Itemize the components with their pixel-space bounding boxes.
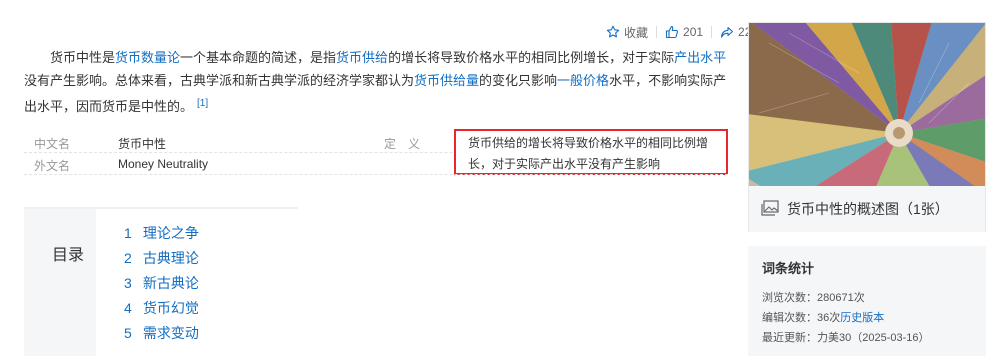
- catalog-item-classical-theory[interactable]: 2 古典理论: [124, 248, 199, 273]
- catalog-list: 1 理论之争 2 古典理论 3 新古典论 4 货币幻觉 5 需求变动: [124, 223, 199, 348]
- stats-updated: 最近更新：力美30（2025-03-16）: [762, 329, 972, 349]
- summary-text: 一个基本命题的简述，是指: [180, 50, 337, 65]
- share-icon: [720, 25, 734, 39]
- stats-title: 词条统计: [762, 261, 815, 276]
- catalog-item-label: 需求变动: [142, 325, 199, 341]
- info-name: 外文名: [34, 159, 71, 173]
- image-gallery-icon: [761, 199, 779, 219]
- stats-user[interactable]: 力美30: [817, 332, 851, 344]
- stats-label: 编辑次数：: [762, 312, 817, 324]
- basic-info-row: 外文名 Money Neutrality: [24, 153, 728, 175]
- catalog: 目录 1 理论之争 2 古典理论 3 新古典论 4 货币幻觉 5 需求变动: [24, 207, 298, 356]
- info-value: Money Neutrality: [118, 157, 209, 171]
- catalog-item-label: 古典理论: [142, 250, 199, 266]
- link-money-supply[interactable]: 货币供给: [336, 50, 388, 65]
- link-general-price[interactable]: 一般价格: [557, 73, 609, 88]
- toolbar-divider: [656, 26, 658, 38]
- album-caption[interactable]: 货币中性的概述图（1张）: [749, 186, 985, 232]
- banknotes-image[interactable]: [749, 23, 985, 186]
- catalog-item-money-illusion[interactable]: 4 货币幻觉: [124, 298, 199, 323]
- catalog-item-demand-change[interactable]: 5 需求变动: [124, 323, 199, 348]
- catalog-item-number: 2: [124, 250, 132, 266]
- catalog-item-number: 5: [124, 325, 132, 341]
- toolbar-divider: [711, 26, 713, 38]
- catalog-item-label: 理论之争: [142, 225, 199, 241]
- album-caption-text: 货币中性的概述图（1张）: [787, 201, 949, 217]
- like-button[interactable]: 201: [665, 25, 703, 39]
- summary-text: 货币中性是: [50, 50, 116, 65]
- history-version-link[interactable]: 历史版本: [840, 312, 884, 324]
- catalog-title: 目录: [52, 247, 85, 264]
- favorite-button[interactable]: 收藏: [606, 24, 648, 41]
- catalog-item-label: 新古典论: [142, 275, 199, 291]
- summary-paragraph: 货币中性是货币数量论一个基本命题的简述，是指货币供给的增长将导致价格水平的相同比…: [24, 46, 730, 118]
- catalog-item-theory-debate[interactable]: 1 理论之争: [124, 223, 199, 248]
- reference-link[interactable]: [1]: [197, 98, 208, 109]
- entry-toolbar: 收藏 201 22: [606, 22, 751, 42]
- stats-value: 280671次: [817, 292, 865, 304]
- summary-text: 的增长将导致价格水平的相同比例增长，对于实际: [388, 50, 675, 65]
- thumbs-up-icon: [665, 25, 679, 39]
- stats-label: 浏览次数：: [762, 292, 817, 304]
- catalog-item-number: 3: [124, 275, 132, 291]
- like-count: 201: [683, 25, 704, 39]
- info-name: 中文名: [34, 137, 71, 151]
- basic-info-table: 中文名 货币中性 定义 货币供给的增长将导致价格水平的相同比例增长，对于实际产出…: [24, 129, 728, 175]
- link-output-level[interactable]: 产出水平: [674, 50, 726, 65]
- lemma-summary: 货币中性是货币数量论一个基本命题的简述，是指货币供给的增长将导致价格水平的相同比…: [24, 46, 730, 118]
- stats-date: （2025-03-16）: [851, 332, 930, 344]
- link-money-supply-amount[interactable]: 货币供给量: [414, 73, 479, 88]
- catalog-item-number: 1: [124, 225, 132, 241]
- share-button[interactable]: 22: [720, 25, 751, 39]
- catalog-item-number: 4: [124, 300, 132, 316]
- stats-label: 最近更新：: [762, 332, 817, 344]
- stats-edits: 编辑次数：36次历史版本: [762, 309, 972, 329]
- catalog-item-neoclassical[interactable]: 3 新古典论: [124, 273, 199, 298]
- star-icon: [606, 25, 620, 39]
- basic-info-row: 中文名 货币中性 定义 货币供给的增长将导致价格水平的相同比例增长，对于实际产出…: [24, 129, 728, 175]
- lemma-statistics: 词条统计 浏览次数：280671次 编辑次数：36次历史版本 最近更新：力美30…: [748, 246, 986, 356]
- stats-views: 浏览次数：280671次: [762, 289, 972, 309]
- summary-album[interactable]: 货币中性的概述图（1张）: [748, 22, 986, 232]
- link-quantity-theory[interactable]: 货币数量论: [115, 50, 180, 65]
- info-name-definition: 定义: [384, 137, 433, 151]
- summary-text: 的变化只影响: [479, 73, 558, 88]
- catalog-title-panel: 目录: [24, 209, 96, 356]
- favorite-label: 收藏: [624, 25, 649, 40]
- summary-text: 没有产生影响。总体来看，古典学派和新古典学派的经济学家都认为: [24, 73, 415, 88]
- catalog-item-label: 货币幻觉: [142, 300, 199, 316]
- stats-value: 36次: [817, 312, 841, 324]
- info-value: 货币中性: [118, 137, 167, 151]
